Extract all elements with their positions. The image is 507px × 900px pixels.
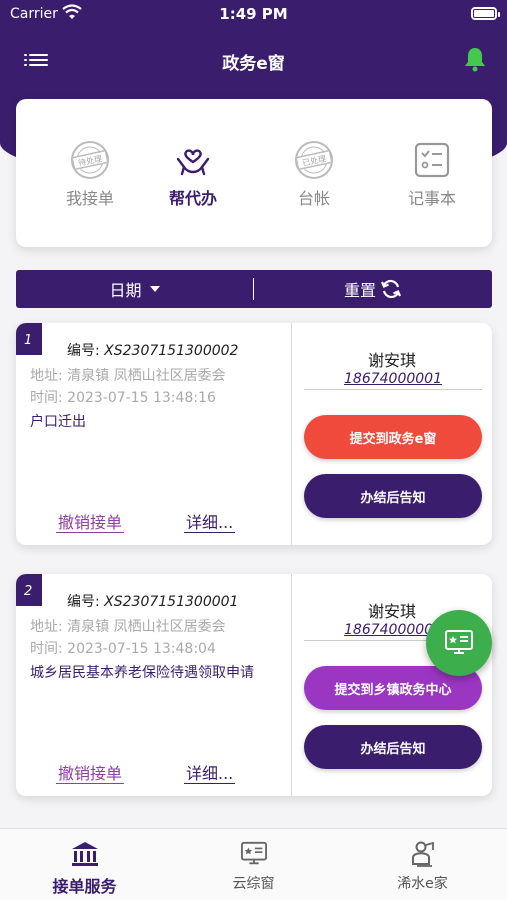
quick-item-my-orders[interactable]: 待处理 我接单 (40, 139, 140, 209)
caret-down-icon (149, 286, 160, 292)
tab-label: 云综窗 (232, 876, 275, 892)
order-item-title: 城乡居民基本养老保险待遇领取申请 (30, 665, 254, 681)
person-card-icon (338, 839, 507, 869)
notify-after-complete-button[interactable]: 办结后告知 (304, 725, 482, 769)
filter-bar: 日期 重置 (16, 270, 492, 308)
date-filter-button[interactable]: 日期 (16, 270, 253, 308)
status-bar: Carrier 1:49 PM (0, 0, 507, 28)
order-card: 2 编号: XS2307151300001 地址: 清泉镇 凤栖山社区居委会 时… (16, 574, 492, 796)
checklist-icon (382, 139, 482, 181)
order-index-badge: 2 (16, 574, 42, 606)
tab-label: 浠水e家 (397, 876, 448, 892)
order-number-value: XS2307151300001 (104, 594, 239, 610)
tab-order-service[interactable]: 接单服务 (0, 839, 169, 897)
page-title: 政务e窗 (222, 54, 285, 74)
navbar: 政务e窗 (0, 40, 507, 80)
order-number-label: 编号: (67, 594, 100, 610)
hands-heart-icon (143, 139, 243, 181)
detail-link[interactable]: 详细... (184, 764, 236, 784)
order-address: 地址: 清泉镇 凤栖山社区居委会 (30, 368, 226, 384)
order-number-label: 编号: (67, 343, 100, 359)
order-index-badge: 1 (16, 323, 42, 355)
processed-stamp-icon: 已处理 (264, 139, 364, 181)
submit-egov-button[interactable]: 提交到政务e窗 (304, 415, 482, 459)
pending-stamp-icon: 待处理 (40, 139, 140, 181)
quick-item-ledger[interactable]: 已处理 台帐 (264, 139, 364, 209)
cancel-order-link[interactable]: 撤销接单 (56, 513, 125, 533)
detail-link[interactable]: 详细... (184, 513, 236, 533)
quick-item-label: 帮代办 (168, 189, 217, 208)
tab-xishui-home[interactable]: 浠水e家 (338, 839, 507, 893)
monitor-star-icon (445, 630, 473, 654)
quick-item-label: 我接单 (65, 189, 114, 208)
cancel-order-link[interactable]: 撤销接单 (56, 764, 125, 784)
battery-icon (471, 7, 500, 20)
order-time: 时间: 2023-07-15 13:48:04 (30, 641, 216, 657)
tab-cloud-window[interactable]: 云综窗 (169, 839, 338, 893)
quick-item-notebook[interactable]: 记事本 (382, 139, 482, 209)
monitor-star-icon (169, 839, 338, 869)
quick-menu-card: 待处理 我接单 帮代办 已处理 台帐 记事本 (16, 99, 492, 247)
order-address: 地址: 清泉镇 凤栖山社区居委会 (30, 619, 226, 635)
order-number-value: XS2307151300002 (104, 343, 239, 359)
order-item-title: 户口迁出 (30, 414, 86, 430)
tab-label: 接单服务 (52, 877, 117, 896)
applicant-name: 谢安琪 (367, 351, 416, 370)
notify-after-complete-button[interactable]: 办结后告知 (304, 474, 482, 518)
order-number: 编号: XS2307151300002 (67, 340, 238, 360)
applicant-phone[interactable]: 18674000001 (304, 371, 482, 390)
reset-button[interactable]: 重置 (254, 270, 492, 308)
reset-label: 重置 (343, 281, 376, 300)
quick-item-proxy[interactable]: 帮代办 (143, 139, 243, 209)
quick-item-label: 台帐 (297, 189, 330, 208)
date-filter-label: 日期 (109, 281, 142, 300)
order-time: 时间: 2023-07-15 13:48:16 (30, 390, 216, 406)
status-time: 1:49 PM (219, 5, 288, 23)
bell-icon[interactable] (463, 46, 487, 72)
floating-window-button[interactable] (426, 610, 492, 676)
bottom-tab-bar: 接单服务 云综窗 浠水e家 (0, 828, 507, 900)
bank-building-icon (0, 839, 169, 869)
refresh-icon (380, 279, 402, 299)
order-number: 编号: XS2307151300001 (67, 591, 238, 611)
order-card: 1 编号: XS2307151300002 地址: 清泉镇 凤栖山社区居委会 时… (16, 323, 492, 545)
quick-item-label: 记事本 (407, 189, 456, 208)
